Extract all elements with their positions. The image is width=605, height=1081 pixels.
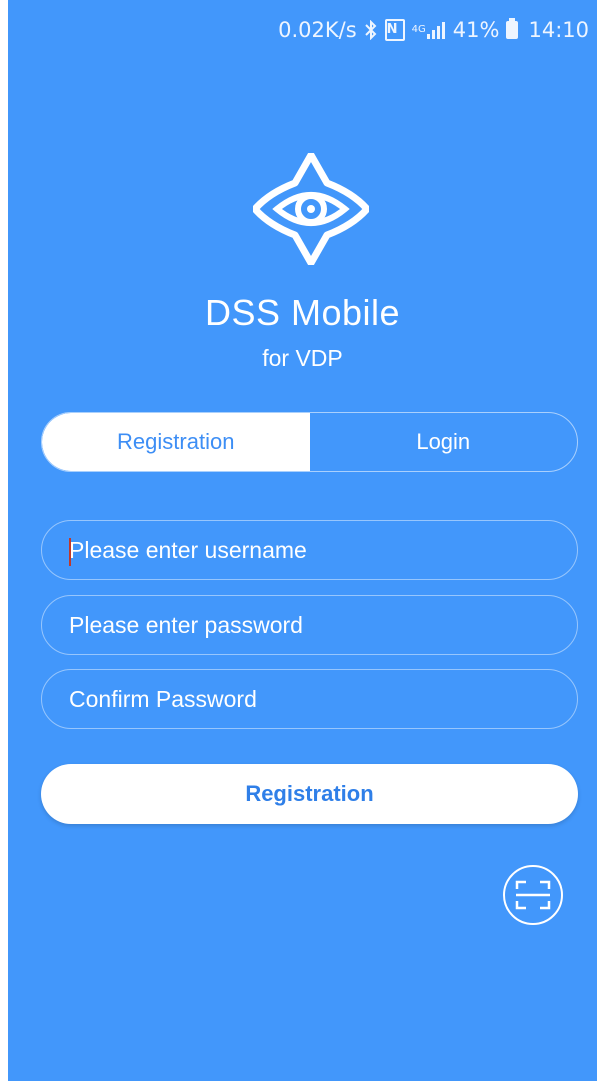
status-bar: 0.02K/s N 4G 41% 14:10 [8, 10, 597, 50]
network-type: 4G [411, 24, 426, 35]
auth-tabs: Registration Login [41, 412, 578, 472]
app-subtitle: for VDP [262, 345, 343, 371]
clock: 14:10 [528, 18, 589, 42]
text-cursor [69, 538, 71, 566]
screen: 0.02K/s N 4G 41% 14:10 DSS Mobile for VD… [8, 0, 597, 1081]
app-logo-icon [251, 151, 371, 267]
nfc-icon: N [384, 19, 405, 41]
password-input[interactable] [69, 611, 577, 639]
registration-button[interactable]: Registration [41, 764, 578, 824]
tab-registration[interactable]: Registration [42, 413, 310, 471]
confirm-password-input[interactable] [69, 685, 577, 713]
scan-button[interactable] [503, 865, 563, 925]
username-field[interactable] [41, 520, 578, 580]
battery-percent: 41% [452, 18, 500, 42]
username-input[interactable] [69, 536, 577, 564]
battery-icon [506, 18, 521, 39]
bluetooth-icon [364, 20, 378, 40]
scan-icon [515, 880, 551, 910]
confirm-password-field[interactable] [41, 669, 578, 729]
signal-icon: 4G [412, 21, 446, 39]
network-speed: 0.02K/s [278, 18, 357, 42]
app-title: DSS Mobile [204, 292, 401, 333]
tab-login[interactable]: Login [310, 413, 578, 471]
password-field[interactable] [41, 595, 578, 655]
